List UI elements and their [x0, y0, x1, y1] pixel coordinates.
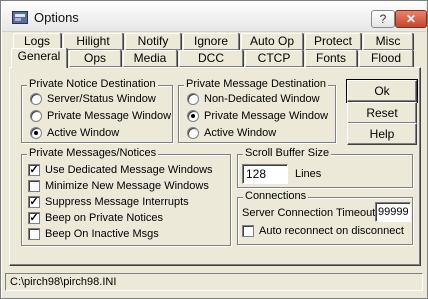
tab-label: DCC — [198, 51, 224, 65]
scroll-buffer-input[interactable]: 128 — [242, 164, 288, 184]
tab-label: Logs — [23, 34, 51, 48]
option-label: Use Dedicated Message Windows — [45, 164, 213, 176]
button-label: Help — [369, 127, 395, 141]
group-legend: Private Messages/Notices — [27, 147, 159, 159]
checkbox-box[interactable] — [28, 228, 40, 240]
tab-label: CTCP — [257, 51, 291, 65]
tab-ignore[interactable]: Ignore — [183, 33, 239, 50]
checkbox-box[interactable]: ✓ — [28, 212, 40, 224]
timeout-label: Server Connection Timeout — [242, 207, 376, 219]
option-label: Minimize New Message Windows — [45, 180, 209, 192]
radio-active-window[interactable]: Active Window — [187, 127, 333, 141]
tab-label: General — [17, 49, 61, 63]
tab-flood[interactable]: Flood — [359, 50, 413, 67]
question-icon: ? — [379, 12, 387, 26]
button-label: Ok — [374, 84, 390, 98]
app-icon — [12, 11, 28, 24]
private-notice-group: Private Notice Destination Server/Status… — [21, 78, 173, 143]
tab-fonts[interactable]: Fonts — [305, 50, 357, 67]
option-label: Non-Dedicated Window — [204, 93, 320, 105]
tab-ops[interactable]: Ops — [69, 50, 121, 67]
window-title: Options — [34, 10, 79, 25]
option-label: Server/Status Window — [47, 93, 156, 105]
tab-label: Notify — [137, 34, 169, 48]
option-label: Beep on Private Notices — [45, 212, 164, 224]
tab-label: Ignore — [193, 34, 229, 48]
group-legend: Private Message Destination — [184, 78, 329, 90]
checkbox-box[interactable] — [242, 225, 254, 237]
tab-general[interactable]: General — [11, 48, 67, 68]
help-title-button[interactable]: ? — [371, 10, 395, 28]
ini-path: C:\pirch98\pirch98.INI — [10, 276, 117, 288]
checkbox-beep-inactive-msgs[interactable]: Beep On Inactive Msgs — [28, 228, 228, 242]
radio-indicator-selected[interactable] — [30, 127, 42, 139]
title-bar[interactable]: Options ? ✕ — [2, 2, 427, 32]
tab-label: Flood — [370, 51, 402, 65]
group-legend: Connections — [243, 190, 309, 202]
radio-indicator-selected[interactable] — [187, 110, 199, 122]
radio-active-window[interactable]: Active Window — [30, 127, 170, 141]
status-bar: C:\pirch98\pirch98.INI — [5, 273, 423, 291]
checkbox-box[interactable] — [28, 180, 40, 192]
checkbox-suppress-interrupts[interactable]: ✓ Suppress Message Interrupts — [28, 196, 228, 210]
reset-button[interactable]: Reset — [347, 102, 417, 124]
ok-button[interactable]: Ok — [346, 79, 418, 103]
tab-label: Hilight — [76, 34, 110, 48]
close-icon: ✕ — [405, 12, 417, 26]
group-legend: Private Notice Destination — [27, 78, 158, 90]
messages-notices-group: Private Messages/Notices ✓ Use Dedicated… — [21, 147, 231, 246]
tab-label: Ops — [83, 51, 106, 65]
group-legend: Scroll Buffer Size — [243, 147, 332, 159]
option-label: Private Message Window — [204, 110, 329, 122]
tab-label: Fonts — [315, 51, 346, 65]
private-message-group: Private Message Destination Non-Dedicate… — [178, 78, 336, 143]
radio-indicator[interactable] — [187, 127, 199, 139]
options-dialog: Options ? ✕ Logs Hilight Notify Ignore A… — [0, 0, 428, 299]
option-label: Auto reconnect on disconnect — [259, 225, 404, 237]
tab-protect[interactable]: Protect — [305, 33, 361, 50]
radio-server-status-window[interactable]: Server/Status Window — [30, 93, 170, 107]
radio-non-dedicated-window[interactable]: Non-Dedicated Window — [187, 93, 333, 107]
option-label: Active Window — [204, 127, 277, 139]
checkbox-auto-reconnect[interactable]: Auto reconnect on disconnect — [242, 225, 410, 239]
radio-private-message-window[interactable]: Private Message Window — [30, 110, 172, 124]
option-label: Active Window — [47, 127, 120, 139]
tab-notify[interactable]: Notify — [125, 33, 181, 50]
tab-hilight[interactable]: Hilight — [63, 33, 123, 50]
tab-label: Media — [133, 51, 167, 65]
checkbox-box[interactable]: ✓ — [28, 164, 40, 176]
tab-label: Misc — [375, 34, 401, 48]
radio-indicator[interactable] — [30, 93, 42, 105]
timeout-input[interactable]: 99999 — [375, 202, 411, 222]
tab-label: Auto Op — [249, 34, 295, 48]
radio-private-message-window[interactable]: Private Message Window — [187, 110, 333, 124]
tab-dcc[interactable]: DCC — [179, 50, 243, 67]
lines-label: Lines — [295, 168, 322, 180]
checkbox-box[interactable]: ✓ — [28, 196, 40, 208]
tab-misc[interactable]: Misc — [363, 33, 413, 50]
tab-auto-op[interactable]: Auto Op — [241, 33, 303, 50]
help-button[interactable]: Help — [347, 123, 417, 145]
close-button[interactable]: ✕ — [395, 10, 427, 28]
tab-label: Protect — [313, 34, 352, 48]
tab-ctcp[interactable]: CTCP — [245, 50, 303, 67]
button-label: Reset — [366, 106, 398, 120]
option-label: Suppress Message Interrupts — [45, 196, 189, 208]
checkbox-use-dedicated-windows[interactable]: ✓ Use Dedicated Message Windows — [28, 164, 228, 178]
checkbox-minimize-new-windows[interactable]: Minimize New Message Windows — [28, 180, 228, 194]
option-label: Beep On Inactive Msgs — [45, 228, 159, 240]
radio-indicator[interactable] — [30, 110, 42, 122]
radio-indicator[interactable] — [187, 93, 199, 105]
tab-media[interactable]: Media — [123, 50, 177, 67]
option-label: Private Message Window — [47, 110, 172, 122]
checkbox-beep-private-notices[interactable]: ✓ Beep on Private Notices — [28, 212, 228, 226]
